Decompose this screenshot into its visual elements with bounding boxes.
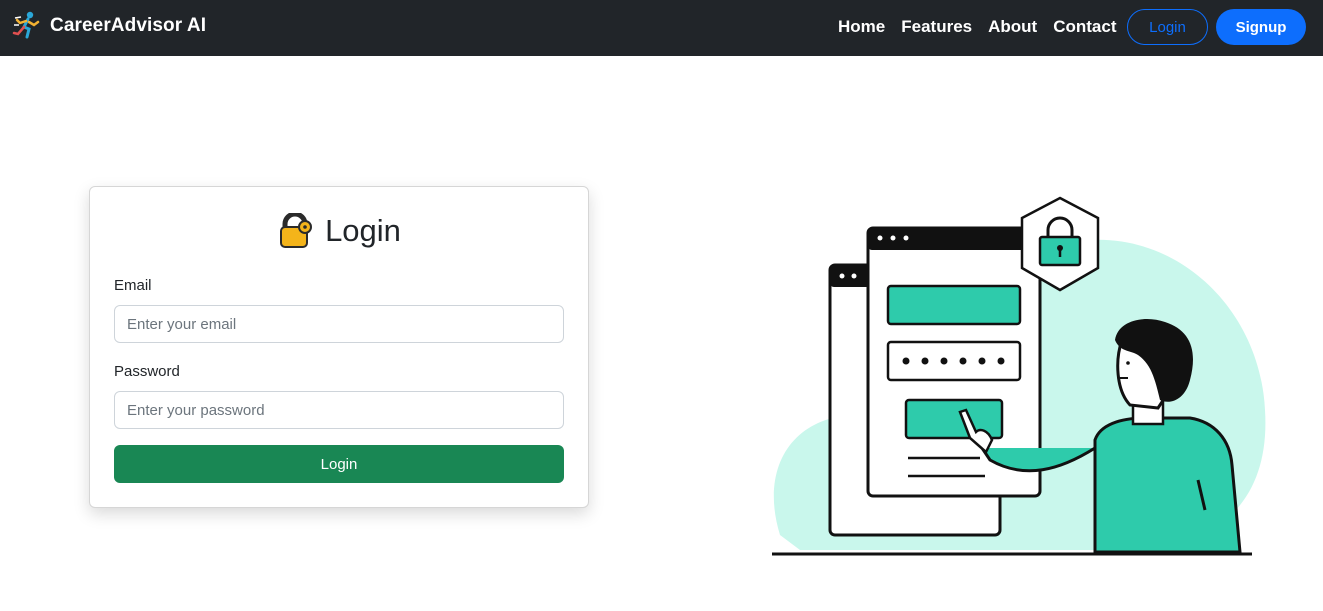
login-illustration: [772, 196, 1266, 556]
email-field[interactable]: [114, 305, 564, 343]
lock-icon: [280, 213, 313, 248]
runner-icon: [12, 11, 40, 39]
brand[interactable]: CareerAdvisor AI: [12, 10, 206, 42]
card-title: Login: [90, 213, 588, 249]
nav-about[interactable]: About: [988, 17, 1037, 37]
password-label: Password: [114, 363, 180, 380]
page-title: Login: [325, 213, 401, 248]
email-label: Email: [114, 277, 152, 294]
nav-home[interactable]: Home: [838, 17, 885, 37]
brand-name: CareerAdvisor AI: [50, 15, 207, 36]
nav-login-button[interactable]: Login: [1127, 9, 1208, 45]
top-navbar: CareerAdvisor AI Home Features About Con…: [0, 0, 1323, 56]
login-card: Login Email Password Login: [89, 186, 589, 508]
password-field[interactable]: [114, 391, 564, 429]
nav-features[interactable]: Features: [901, 17, 972, 37]
login-submit-button[interactable]: Login: [114, 445, 564, 483]
nav-links: Home Features About Contact: [838, 17, 1116, 37]
nav-signup-button[interactable]: Signup: [1216, 9, 1306, 45]
nav-contact[interactable]: Contact: [1053, 17, 1116, 37]
